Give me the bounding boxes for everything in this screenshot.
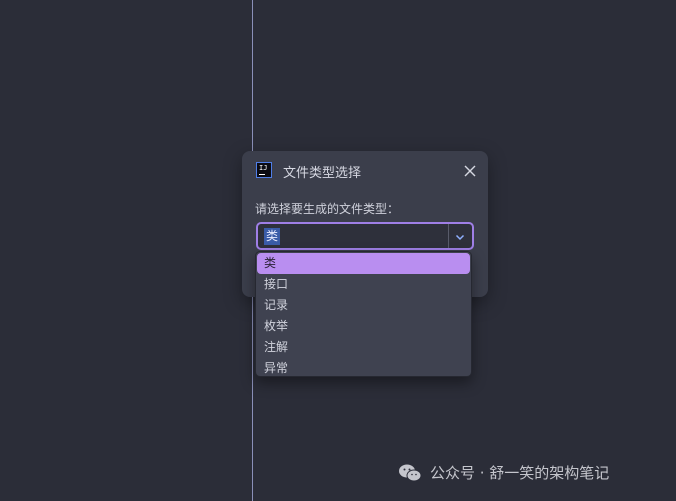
app-icon-text: IJ: [259, 164, 268, 172]
combobox-dropdown-button[interactable]: [453, 229, 467, 243]
combobox-value[interactable]: 类: [264, 228, 281, 245]
intellij-app-icon: IJ: [256, 162, 272, 178]
dropdown-item-interface[interactable]: 接口: [257, 274, 470, 295]
file-type-dropdown-list: 类 接口 记录 枚举 注解 异常: [255, 251, 472, 377]
file-type-prompt-label: 请选择要生成的文件类型：: [255, 202, 400, 216]
dropdown-item-exception[interactable]: 异常: [257, 358, 470, 379]
dropdown-item-class[interactable]: 类: [257, 253, 470, 274]
dialog-title: 文件类型选择: [283, 166, 362, 181]
dropdown-item-enum[interactable]: 枚举: [257, 316, 470, 337]
wechat-icon: [399, 464, 422, 481]
dropdown-item-annotation[interactable]: 注解: [257, 337, 470, 358]
dropdown-item-record[interactable]: 记录: [257, 295, 470, 316]
combobox-divider: [448, 224, 449, 248]
dialog-header: IJ 文件类型选择: [242, 151, 488, 191]
close-button[interactable]: [462, 163, 478, 179]
file-type-combobox[interactable]: 类: [256, 222, 474, 250]
watermark-text: 公众号 · 舒一笑的架构笔记: [430, 464, 610, 482]
watermark: 公众号 · 舒一笑的架构笔记: [398, 462, 609, 483]
chevron-down-icon: [455, 234, 465, 241]
close-icon: [464, 165, 476, 177]
